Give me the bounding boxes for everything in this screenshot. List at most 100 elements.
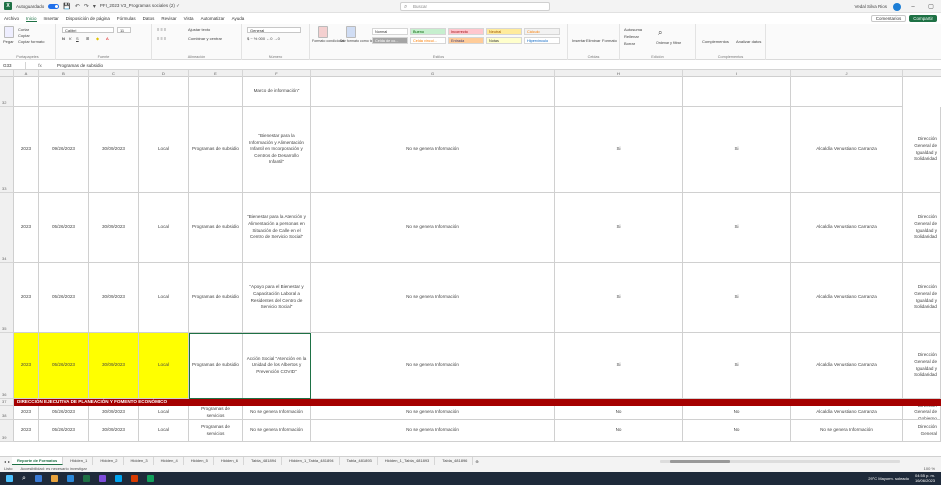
menu-vista[interactable]: Vista <box>184 16 194 21</box>
cell-b[interactable]: 05/26/2023 <box>39 333 89 399</box>
cell-j[interactable]: Alcaldía Venustiano Carranza <box>791 263 903 333</box>
cell-g[interactable]: No se genera Información <box>311 420 555 442</box>
sheet-tab[interactable]: Hidden_2 <box>95 457 124 465</box>
cell-a[interactable] <box>14 77 39 107</box>
font-size-select[interactable]: 11 <box>117 27 131 33</box>
cell-h[interactable]: Si <box>555 193 683 263</box>
autosum-button[interactable]: Autosuma <box>624 27 642 32</box>
user-name[interactable]: Vedal Silva Rios <box>854 4 887 9</box>
column-header-g[interactable]: G <box>311 70 555 77</box>
cell-j[interactable]: Alcaldía Venustiano Carranza <box>791 333 903 399</box>
maximize-icon[interactable]: ▢ <box>925 3 937 10</box>
paste-label[interactable]: Pegar <box>3 39 14 44</box>
row-header[interactable]: 39 <box>0 420 14 442</box>
cell-c[interactable] <box>89 77 139 107</box>
sheet-tab[interactable]: Tabla_481896 <box>437 457 474 465</box>
align-top-icon[interactable]: ≡ ≡ ≡ <box>157 27 166 32</box>
taskbar-app-icon[interactable] <box>50 475 58 482</box>
cell-j[interactable]: Alcaldía Venustiano Carranza <box>791 406 903 420</box>
cell-f[interactable]: Marco de información" <box>243 77 311 107</box>
autosave-toggle[interactable] <box>48 3 60 9</box>
menu-revisar[interactable]: Revisar <box>161 16 176 21</box>
cell-k[interactable]: Dirección General de Igualdad y Solidari… <box>903 107 941 193</box>
cell-a[interactable]: 2023 <box>14 420 39 442</box>
cell-i[interactable]: Si <box>683 193 791 263</box>
cell-a[interactable]: 2023 <box>14 193 39 263</box>
cell-d[interactable]: Local <box>139 333 189 399</box>
cell-b[interactable] <box>39 77 89 107</box>
analyze-data-button[interactable]: Analizar datos <box>736 39 761 44</box>
worksheet-grid[interactable]: 32 Marco de información" 33 2023 09/26/2023 3… <box>0 77 941 456</box>
cell-i[interactable]: Si <box>683 333 791 399</box>
minimize-icon[interactable]: – <box>907 4 919 10</box>
column-header-d[interactable]: D <box>139 70 189 77</box>
cell-style-0[interactable]: Normal <box>372 28 408 35</box>
table-format-icon[interactable] <box>346 26 356 38</box>
cell-g[interactable]: No se genera Información <box>311 333 555 399</box>
cell-i[interactable] <box>683 77 791 107</box>
cell-g[interactable]: No se genera Información <box>311 107 555 193</box>
paste-icon[interactable] <box>4 26 14 38</box>
menu-archivo[interactable]: Archivo <box>4 16 19 21</box>
number-format-select[interactable]: General <box>247 27 301 33</box>
cell-h[interactable]: Si <box>555 333 683 399</box>
cell-c[interactable]: 30/09/2023 <box>89 420 139 442</box>
cell-k[interactable]: Dirección General de Igualdad y Solidari… <box>903 263 941 333</box>
clock[interactable]: 04:55 p. m. 16/06/2023 <box>915 473 935 483</box>
insert-cells-button[interactable]: Insertar <box>572 38 586 43</box>
cell-b[interactable]: 09/26/2023 <box>39 107 89 193</box>
cell-style-8[interactable]: Notas <box>486 37 522 44</box>
cell-k[interactable]: Dirección General de Igualdad y Solidari… <box>903 193 941 263</box>
cell-d[interactable]: Local <box>139 263 189 333</box>
cell-d[interactable]: Local <box>139 107 189 193</box>
comments-button[interactable]: Comentarios <box>870 15 907 22</box>
sheet-tab[interactable]: Reporte de Formatos <box>12 457 64 465</box>
cell-d[interactable]: Local <box>139 406 189 420</box>
cell-a[interactable]: 2023 <box>14 333 39 399</box>
cut-button[interactable]: Cortar <box>18 27 29 32</box>
section-header-row[interactable]: DIRECCIÓN EJECUTIVA DE PLANEACIÓN Y FOME… <box>14 399 941 406</box>
align-left-icon[interactable]: ≡ ≡ ≡ <box>157 36 166 41</box>
row-header[interactable]: 32 <box>0 77 14 107</box>
cell-h[interactable]: No <box>555 420 683 442</box>
addins-button[interactable]: Complementos <box>702 39 729 44</box>
row-header[interactable]: 36 <box>0 333 14 399</box>
add-sheet-icon[interactable]: ⊕ <box>475 459 478 464</box>
taskbar-app-icon[interactable] <box>146 475 154 482</box>
taskbar-search-icon[interactable]: ⌕ <box>22 475 26 483</box>
cell-j[interactable] <box>791 77 903 107</box>
fx-icon[interactable]: fx <box>26 63 54 68</box>
accessibility-status[interactable]: Accesibilidad: es necesario investigar <box>20 466 86 471</box>
cell-k[interactable]: Dirección General de Gobierno <box>903 406 941 420</box>
font-name-select[interactable]: Calibri <box>62 27 114 33</box>
taskbar-app-icon[interactable] <box>114 475 122 482</box>
undo-icon[interactable]: ↶ <box>75 3 80 10</box>
cell-style-6[interactable]: Celda vincul... <box>410 37 446 44</box>
cell-k[interactable]: Dirección General <box>903 420 941 442</box>
column-header-h[interactable]: H <box>555 70 683 77</box>
clear-button[interactable]: Borrar <box>624 41 635 46</box>
column-header-j[interactable]: J <box>791 70 903 77</box>
cell-b[interactable]: 05/26/2023 <box>39 193 89 263</box>
menu-ayuda[interactable]: Ayuda <box>232 16 245 21</box>
menu-automatizar[interactable]: Automatizar <box>201 16 225 21</box>
cell-a[interactable]: 2023 <box>14 406 39 420</box>
row-header[interactable]: 33 <box>0 107 14 193</box>
cell-style-7[interactable]: Entrada <box>448 37 484 44</box>
cell-e[interactable]: Programas de subsidio <box>189 193 243 263</box>
cell-j[interactable]: Alcaldía Venustiano Carranza <box>791 107 903 193</box>
sheet-tab[interactable]: Hidden_6 <box>216 457 245 465</box>
cell-g[interactable]: No se genera Información <box>311 193 555 263</box>
sheet-tab[interactable]: Hidden_1 <box>65 457 94 465</box>
cell-c[interactable]: 30/09/2023 <box>89 263 139 333</box>
row-header[interactable]: 38 <box>0 406 14 420</box>
avatar[interactable] <box>893 2 901 11</box>
select-all-corner[interactable] <box>0 70 14 77</box>
fill-button[interactable]: Rellenar <box>624 34 639 39</box>
cell-h[interactable]: No <box>555 406 683 420</box>
underline-button[interactable]: S <box>76 36 79 41</box>
cell-i[interactable]: No <box>683 420 791 442</box>
borders-icon[interactable]: ⊞ <box>86 36 89 41</box>
start-icon[interactable] <box>6 475 13 482</box>
row-header[interactable]: 34 <box>0 193 14 263</box>
